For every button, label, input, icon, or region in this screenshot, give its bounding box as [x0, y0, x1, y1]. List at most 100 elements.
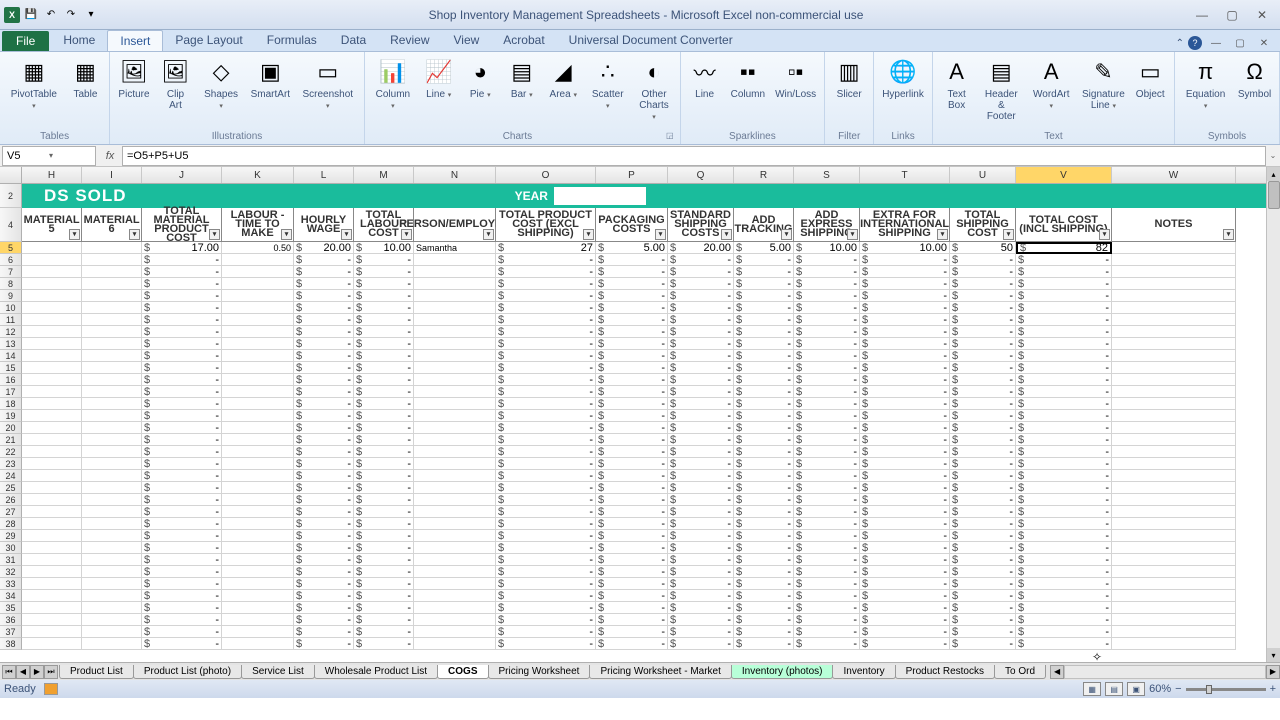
cell-P23[interactable]: $- [596, 458, 668, 470]
cell-U18[interactable]: $- [950, 398, 1016, 410]
cell-O35[interactable]: $- [496, 602, 596, 614]
cell-I8[interactable] [82, 278, 142, 290]
cell-M28[interactable]: $- [354, 518, 414, 530]
cell-K21[interactable] [222, 434, 294, 446]
cell-U35[interactable]: $- [950, 602, 1016, 614]
cell-J32[interactable]: $- [142, 566, 222, 578]
workbook-minimize[interactable]: — [1206, 35, 1226, 51]
cell-K18[interactable] [222, 398, 294, 410]
cell-J31[interactable]: $- [142, 554, 222, 566]
table-header[interactable]: STANDARD SHIPPING COSTS▾ [668, 208, 734, 242]
cell-S13[interactable]: $- [794, 338, 860, 350]
hyperlink-button[interactable]: 🌐Hyperlink [878, 54, 928, 102]
cell-N25[interactable] [414, 482, 496, 494]
cell-Q14[interactable]: $- [668, 350, 734, 362]
ribbon-tab-view[interactable]: View [442, 30, 492, 51]
cell-L22[interactable]: $- [294, 446, 354, 458]
cell-T11[interactable]: $- [860, 314, 950, 326]
col-header-V[interactable]: V [1016, 167, 1112, 183]
cell-N31[interactable] [414, 554, 496, 566]
cell-W10[interactable] [1112, 302, 1236, 314]
wordart-button[interactable]: AWordArt ▾ [1026, 54, 1076, 114]
cell-P26[interactable]: $- [596, 494, 668, 506]
cell-S28[interactable]: $- [794, 518, 860, 530]
cell-V10[interactable]: $- [1016, 302, 1112, 314]
cell-P28[interactable]: $- [596, 518, 668, 530]
cell-H38[interactable] [22, 638, 82, 650]
cell-N30[interactable] [414, 542, 496, 554]
cell-R12[interactable]: $- [734, 326, 794, 338]
cell-J21[interactable]: $- [142, 434, 222, 446]
cell-L21[interactable]: $- [294, 434, 354, 446]
col-header-K[interactable]: K [222, 167, 294, 183]
cell-H23[interactable] [22, 458, 82, 470]
cell-V8[interactable]: $- [1016, 278, 1112, 290]
cell-W32[interactable] [1112, 566, 1236, 578]
cell-O22[interactable]: $- [496, 446, 596, 458]
cell-L12[interactable]: $- [294, 326, 354, 338]
cell-Q33[interactable]: $- [668, 578, 734, 590]
cell-P6[interactable]: $- [596, 254, 668, 266]
cell-S29[interactable]: $- [794, 530, 860, 542]
help-icon[interactable]: ? [1188, 36, 1202, 50]
cell-V27[interactable]: $- [1016, 506, 1112, 518]
cell-I25[interactable] [82, 482, 142, 494]
cell-Q8[interactable]: $- [668, 278, 734, 290]
cell-Q32[interactable]: $- [668, 566, 734, 578]
cell-H11[interactable] [22, 314, 82, 326]
cell-R33[interactable]: $- [734, 578, 794, 590]
cell-J23[interactable]: $- [142, 458, 222, 470]
cell-W17[interactable] [1112, 386, 1236, 398]
table-header[interactable]: HOURLY WAGE▾ [294, 208, 354, 242]
zoom-in[interactable]: + [1270, 683, 1276, 695]
cell-N13[interactable] [414, 338, 496, 350]
hscroll-right[interactable]: ▶ [1266, 665, 1280, 679]
cell-V15[interactable]: $- [1016, 362, 1112, 374]
cell-K25[interactable] [222, 482, 294, 494]
cell-V30[interactable]: $- [1016, 542, 1112, 554]
cell-J36[interactable]: $- [142, 614, 222, 626]
cell-O31[interactable]: $- [496, 554, 596, 566]
cell-V13[interactable]: $- [1016, 338, 1112, 350]
cell-O15[interactable]: $- [496, 362, 596, 374]
cell-L34[interactable]: $- [294, 590, 354, 602]
cell-R6[interactable]: $- [734, 254, 794, 266]
cell-T34[interactable]: $- [860, 590, 950, 602]
signature-line-button[interactable]: ✎SignatureLine ▾ [1078, 54, 1128, 114]
cell-J35[interactable]: $- [142, 602, 222, 614]
cell-V35[interactable]: $- [1016, 602, 1112, 614]
cell-L37[interactable]: $- [294, 626, 354, 638]
cell-K37[interactable] [222, 626, 294, 638]
cell-Q18[interactable]: $- [668, 398, 734, 410]
scroll-thumb[interactable] [1268, 181, 1280, 209]
row-header-27[interactable]: 27 [0, 506, 22, 518]
cell-R7[interactable]: $- [734, 266, 794, 278]
cell-P9[interactable]: $- [596, 290, 668, 302]
cell-T17[interactable]: $- [860, 386, 950, 398]
cell-T20[interactable]: $- [860, 422, 950, 434]
cell-N21[interactable] [414, 434, 496, 446]
cell-H16[interactable] [22, 374, 82, 386]
bar-button[interactable]: ▤Bar ▾ [502, 54, 542, 103]
col-header-L[interactable]: L [294, 167, 354, 183]
cell-N32[interactable] [414, 566, 496, 578]
cell-U25[interactable]: $- [950, 482, 1016, 494]
cell-L35[interactable]: $- [294, 602, 354, 614]
shapes-button[interactable]: ◇Shapes ▾ [197, 54, 245, 114]
cell-J38[interactable]: $- [142, 638, 222, 650]
cell-R16[interactable]: $- [734, 374, 794, 386]
sheet-tab[interactable]: Pricing Worksheet - Market [589, 665, 731, 679]
cell-Q24[interactable]: $- [668, 470, 734, 482]
cell-R37[interactable]: $- [734, 626, 794, 638]
cell-L16[interactable]: $- [294, 374, 354, 386]
cell-T5[interactable]: $10.00 [860, 242, 950, 254]
cell-W19[interactable] [1112, 410, 1236, 422]
cell-O29[interactable]: $- [496, 530, 596, 542]
cell-T25[interactable]: $- [860, 482, 950, 494]
cell-J28[interactable]: $- [142, 518, 222, 530]
cell-P37[interactable]: $- [596, 626, 668, 638]
cell-P14[interactable]: $- [596, 350, 668, 362]
cell-N28[interactable] [414, 518, 496, 530]
row-header-12[interactable]: 12 [0, 326, 22, 338]
cell-J8[interactable]: $- [142, 278, 222, 290]
